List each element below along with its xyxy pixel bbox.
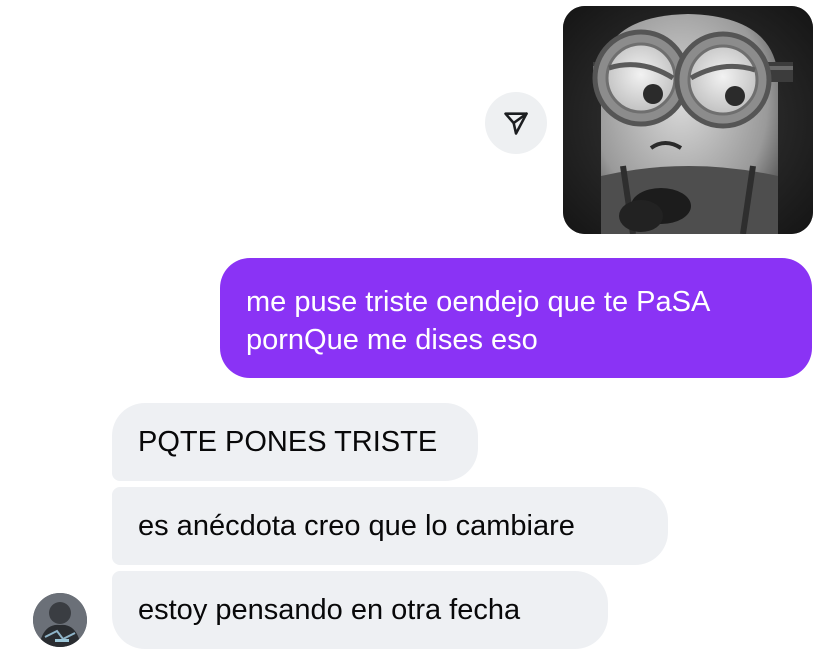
share-button[interactable]: [485, 92, 547, 154]
profile-photo-icon: [33, 593, 87, 647]
send-arrow-icon: [504, 112, 528, 135]
incoming-message[interactable]: estoy pensando en otra fecha: [112, 571, 608, 649]
incoming-message[interactable]: PQTE PONES TRISTE: [112, 403, 478, 481]
avatar[interactable]: [33, 593, 87, 647]
outgoing-message-line1: me puse triste oendejo que te PaSA: [246, 286, 711, 318]
outgoing-message-line2: pornQue me dises eso: [246, 324, 538, 356]
outgoing-message[interactable]: me puse triste oendejo que te PaSA pornQ…: [220, 258, 812, 378]
chat-thread: me puse triste oendejo que te PaSA pornQ…: [0, 0, 828, 655]
incoming-message[interactable]: es anécdota creo que lo cambiare: [112, 487, 668, 565]
shared-image-message[interactable]: [563, 6, 813, 234]
minion-sad-image: [563, 6, 813, 234]
